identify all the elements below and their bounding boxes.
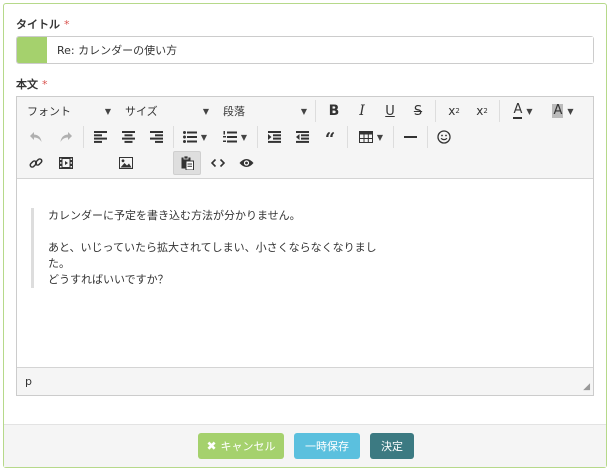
image-icon bbox=[119, 157, 133, 169]
required-mark: * bbox=[64, 18, 70, 31]
preview-button[interactable] bbox=[233, 151, 259, 175]
toolbar-separator bbox=[435, 100, 436, 122]
undo-icon bbox=[30, 132, 42, 142]
editor-content-area[interactable]: カレンダーに予定を書き込む方法が分かりません。 あと、いじっていたら拡大されてし… bbox=[17, 180, 593, 366]
clipboard-icon bbox=[181, 156, 194, 170]
strikethrough-button[interactable]: S bbox=[405, 99, 431, 123]
caret-down-icon: ▼ bbox=[200, 132, 208, 142]
bullet-list-icon bbox=[182, 131, 197, 143]
numbered-list-icon bbox=[222, 131, 237, 143]
align-left-icon bbox=[93, 131, 107, 143]
undo-button[interactable] bbox=[23, 125, 49, 149]
required-mark: * bbox=[42, 78, 48, 91]
film-icon bbox=[59, 157, 73, 169]
toolbar-separator bbox=[347, 126, 348, 148]
indent-button[interactable] bbox=[261, 125, 287, 149]
text-color-icon: A bbox=[513, 102, 523, 119]
smiley-icon bbox=[437, 130, 451, 144]
outdent-icon bbox=[295, 131, 309, 143]
resize-handle-icon[interactable]: ◢ bbox=[583, 382, 590, 392]
font-size-dropdown[interactable]: サイズ ▼ bbox=[117, 99, 213, 123]
redo-icon bbox=[60, 132, 72, 142]
background-color-button[interactable]: A ▼ bbox=[545, 99, 581, 123]
submit-button[interactable]: 決定 bbox=[370, 433, 414, 459]
content-line: カレンダーに予定を書き込む方法が分かりません。 bbox=[48, 209, 301, 222]
align-right-icon bbox=[149, 131, 163, 143]
horizontal-rule-icon bbox=[403, 136, 417, 138]
align-center-button[interactable] bbox=[115, 125, 141, 149]
italic-button[interactable]: I bbox=[349, 99, 375, 123]
content-line: どうすればいいですか？ bbox=[48, 273, 169, 286]
body-label: 本文 * bbox=[16, 78, 48, 91]
code-icon bbox=[211, 158, 225, 168]
insert-link-button[interactable] bbox=[23, 151, 49, 175]
paragraph-format-dropdown[interactable]: 段落 ▼ bbox=[215, 99, 311, 123]
code-view-button[interactable] bbox=[205, 151, 231, 175]
blockquote-button[interactable]: “ bbox=[317, 125, 343, 149]
paste-button[interactable] bbox=[173, 151, 201, 175]
toolbar-separator bbox=[427, 126, 428, 148]
horizontal-rule-button[interactable] bbox=[397, 125, 423, 149]
quote-icon: “ bbox=[324, 129, 336, 150]
text-color-button[interactable]: A ▼ bbox=[505, 99, 541, 123]
numbered-list-button[interactable]: ▼ bbox=[217, 125, 253, 149]
caret-down-icon: ▼ bbox=[376, 132, 384, 142]
caret-down-icon: ▼ bbox=[567, 106, 574, 116]
caret-down-icon: ▼ bbox=[526, 106, 533, 116]
blockquote: カレンダーに予定を書き込む方法が分かりません。 あと、いじっていたら拡大されてし… bbox=[31, 208, 391, 288]
title-input[interactable] bbox=[47, 37, 593, 63]
title-label: タイトル * bbox=[16, 18, 70, 31]
caret-down-icon: ▼ bbox=[202, 106, 209, 116]
cancel-button[interactable]: ✖ キャンセル bbox=[198, 433, 284, 459]
superscript-button[interactable]: x2 bbox=[469, 99, 495, 123]
link-icon bbox=[29, 158, 43, 168]
align-center-icon bbox=[121, 131, 135, 143]
rich-text-editor: フォント▼ サイズ▼ 段落▼ B I U S x2 x2 A▼ A▼ bbox=[16, 96, 594, 396]
toolbar-separator bbox=[257, 126, 258, 148]
editor-statusbar: p ◢ bbox=[17, 367, 593, 395]
form-footer: ✖ キャンセル 一時保存 決定 bbox=[4, 424, 606, 467]
bullet-list-button[interactable]: ▼ bbox=[177, 125, 213, 149]
caret-down-icon: ▼ bbox=[300, 106, 307, 116]
save-draft-button[interactable]: 一時保存 bbox=[294, 433, 360, 459]
editor-toolbar: フォント▼ サイズ▼ 段落▼ B I U S x2 x2 A▼ A▼ bbox=[17, 97, 593, 179]
toolbar-separator bbox=[499, 100, 500, 122]
toolbar-separator bbox=[173, 126, 174, 148]
insert-image-button[interactable] bbox=[113, 151, 139, 175]
background-color-icon: A bbox=[552, 103, 564, 118]
title-field bbox=[16, 36, 594, 64]
indent-icon bbox=[267, 131, 281, 143]
align-right-button[interactable] bbox=[143, 125, 169, 149]
redo-button[interactable] bbox=[53, 125, 79, 149]
toolbar-separator bbox=[393, 126, 394, 148]
toolbar-separator bbox=[315, 100, 316, 122]
element-path: p bbox=[25, 375, 32, 388]
outdent-button[interactable] bbox=[289, 125, 315, 149]
caret-down-icon: ▼ bbox=[240, 132, 248, 142]
subscript-button[interactable]: x2 bbox=[441, 99, 467, 123]
font-family-dropdown[interactable]: フォント ▼ bbox=[19, 99, 115, 123]
caret-down-icon: ▼ bbox=[104, 106, 111, 116]
eye-icon bbox=[239, 159, 253, 167]
emoji-button[interactable] bbox=[431, 125, 457, 149]
title-addon bbox=[17, 37, 47, 63]
insert-video-button[interactable] bbox=[53, 151, 79, 175]
content-line: あと、いじっていたら拡大されてしまい、小さくならなくなりました。 bbox=[48, 241, 377, 270]
underline-button[interactable]: U bbox=[377, 99, 403, 123]
bold-button[interactable]: B bbox=[321, 99, 347, 123]
insert-table-button[interactable]: ▼ bbox=[353, 125, 389, 149]
close-icon: ✖ bbox=[206, 439, 217, 453]
table-icon bbox=[358, 131, 373, 143]
align-left-button[interactable] bbox=[87, 125, 113, 149]
toolbar-separator bbox=[83, 126, 84, 148]
